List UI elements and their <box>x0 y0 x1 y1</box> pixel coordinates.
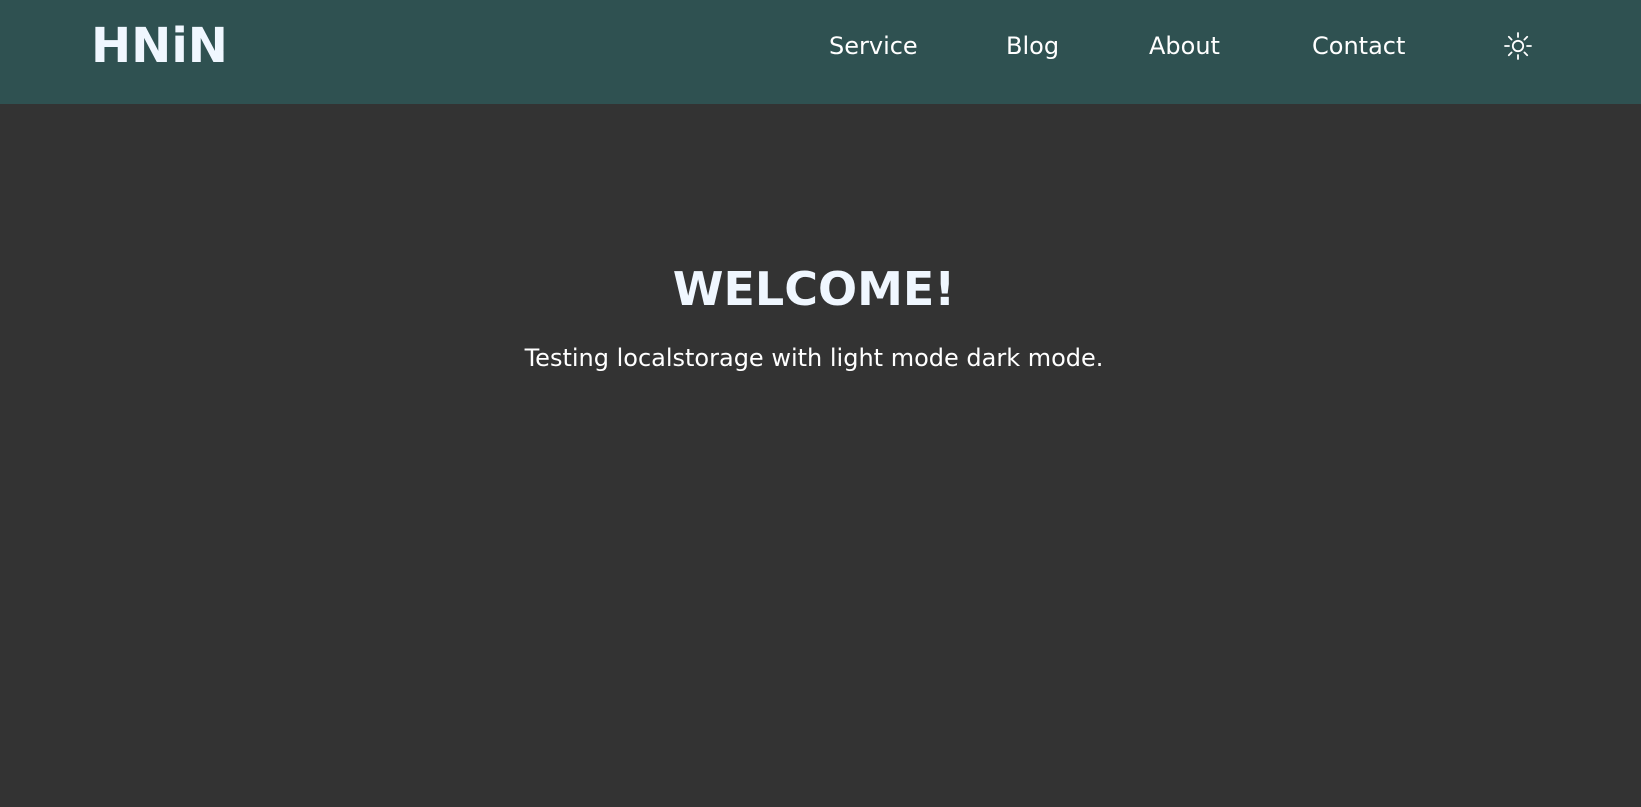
navbar: HNiN Service Blog About Contact <box>0 0 1641 104</box>
theme-toggle-button[interactable] <box>1503 31 1533 61</box>
nav-link-service[interactable]: Service <box>829 30 918 62</box>
sun-icon <box>1504 32 1532 60</box>
page-title: WELCOME! <box>672 262 956 316</box>
logo[interactable]: HNiN <box>91 18 228 74</box>
nav-link-about[interactable]: About <box>1149 30 1220 62</box>
nav-link-blog[interactable]: Blog <box>1006 30 1059 62</box>
nav-link-contact[interactable]: Contact <box>1312 30 1405 62</box>
page-subtitle: Testing localstorage with light mode dar… <box>524 344 1104 372</box>
